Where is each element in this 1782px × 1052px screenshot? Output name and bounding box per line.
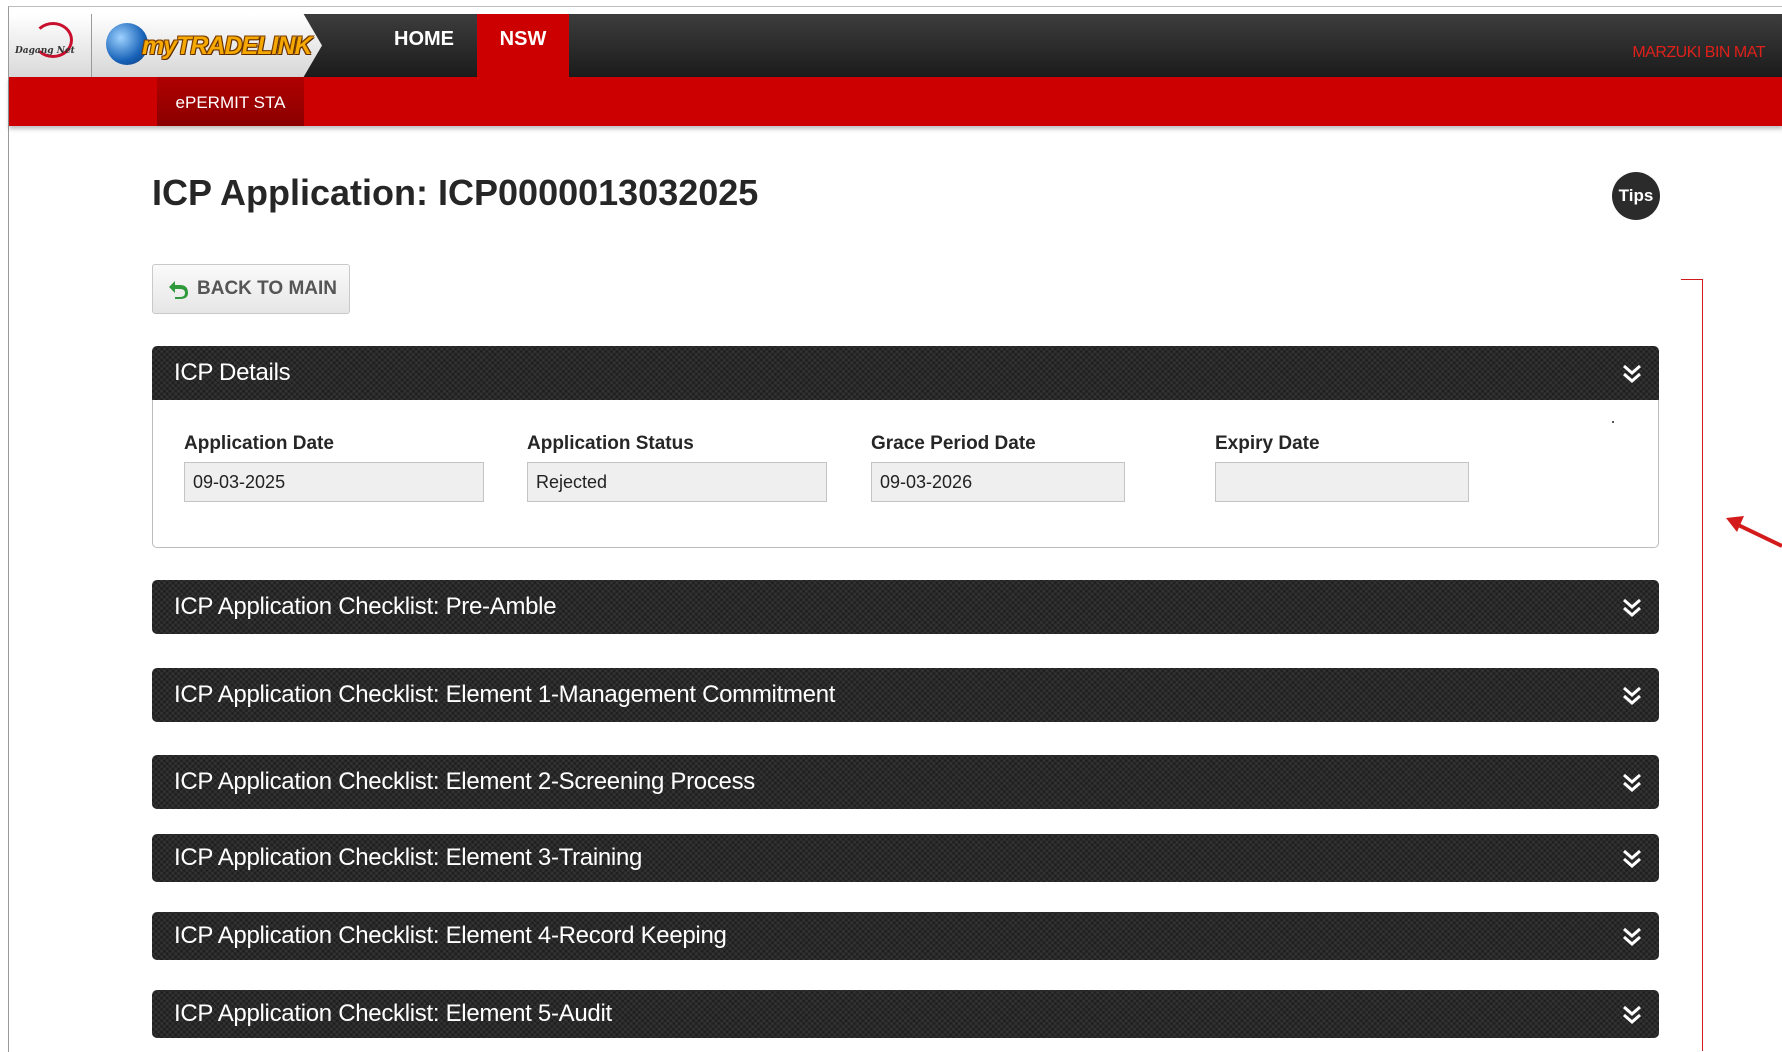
stray-dot bbox=[1612, 421, 1614, 423]
chevron-double-down-icon bbox=[1623, 773, 1641, 792]
icp-details-header[interactable]: ICP Details bbox=[152, 346, 1659, 400]
back-arrow-icon bbox=[169, 281, 188, 299]
dagang-net-logo[interactable]: Dagang Net bbox=[9, 14, 92, 77]
application-date-field: Application Date bbox=[184, 433, 484, 502]
section-element-3[interactable]: ICP Application Checklist: Element 3-Tra… bbox=[152, 834, 1659, 882]
chevron-double-down-icon bbox=[1623, 1005, 1641, 1024]
section-element-4-title: ICP Application Checklist: Element 4-Rec… bbox=[174, 922, 727, 949]
annotation-bracket-line bbox=[1702, 279, 1703, 1051]
dagang-net-logo-text: Dagang Net bbox=[15, 46, 75, 56]
icp-details-title: ICP Details bbox=[174, 359, 291, 386]
grace-period-date-field: Grace Period Date bbox=[871, 433, 1125, 502]
icp-details-panel: Application Date Application Status Grac… bbox=[152, 400, 1659, 548]
section-pre-amble-title: ICP Application Checklist: Pre-Amble bbox=[174, 593, 557, 620]
section-element-5-title: ICP Application Checklist: Element 5-Aud… bbox=[174, 1000, 612, 1027]
annotation-bracket-tick bbox=[1681, 279, 1703, 280]
section-element-1-title: ICP Application Checklist: Element 1-Man… bbox=[174, 681, 836, 708]
grace-period-date-label: Grace Period Date bbox=[871, 433, 1036, 454]
nav-home[interactable]: HOME bbox=[379, 14, 469, 77]
chevron-double-down-icon bbox=[1623, 927, 1641, 946]
brand-name: myTRADELINK bbox=[142, 32, 313, 60]
grace-period-date-input[interactable] bbox=[871, 462, 1125, 502]
application-status-label: Application Status bbox=[527, 433, 694, 454]
section-pre-amble[interactable]: ICP Application Checklist: Pre-Amble bbox=[152, 580, 1659, 634]
section-element-2-title: ICP Application Checklist: Element 2-Scr… bbox=[174, 768, 755, 795]
application-date-label: Application Date bbox=[184, 433, 334, 454]
chevron-double-down-icon bbox=[1623, 598, 1641, 617]
annotation-arrow-icon bbox=[1726, 516, 1782, 548]
application-status-input[interactable] bbox=[527, 462, 827, 502]
subtab-epermit-sta[interactable]: ePERMIT STA bbox=[157, 77, 304, 126]
section-element-4[interactable]: ICP Application Checklist: Element 4-Rec… bbox=[152, 912, 1659, 960]
section-element-3-title: ICP Application Checklist: Element 3-Tra… bbox=[174, 844, 643, 871]
application-status-field: Application Status bbox=[527, 433, 827, 502]
mytradelink-logo[interactable]: myTRADELINK bbox=[92, 14, 322, 77]
user-name[interactable]: MARZUKI BIN MAT bbox=[1632, 44, 1765, 62]
sub-navbar: ePERMIT STA bbox=[9, 77, 1782, 126]
top-navbar: Dagang Net myTRADELINK HOME NSW MARZUKI … bbox=[9, 14, 1782, 77]
expiry-date-label: Expiry Date bbox=[1215, 433, 1320, 454]
section-element-5[interactable]: ICP Application Checklist: Element 5-Aud… bbox=[152, 990, 1659, 1038]
chevron-double-down-icon bbox=[1623, 686, 1641, 705]
section-element-2[interactable]: ICP Application Checklist: Element 2-Scr… bbox=[152, 755, 1659, 809]
nav-nsw[interactable]: NSW bbox=[477, 14, 569, 77]
chevron-double-down-icon bbox=[1623, 364, 1641, 383]
tips-button[interactable]: Tips bbox=[1612, 172, 1660, 220]
page-title: ICP Application: ICP0000013032025 bbox=[152, 172, 759, 213]
back-to-main-label: BACK TO MAIN bbox=[197, 278, 338, 299]
section-element-1[interactable]: ICP Application Checklist: Element 1-Man… bbox=[152, 668, 1659, 722]
back-to-main-button[interactable]: BACK TO MAIN bbox=[152, 264, 350, 314]
expiry-date-field: Expiry Date bbox=[1215, 433, 1469, 502]
application-date-input[interactable] bbox=[184, 462, 484, 502]
chevron-double-down-icon bbox=[1623, 849, 1641, 868]
expiry-date-input[interactable] bbox=[1215, 462, 1469, 502]
